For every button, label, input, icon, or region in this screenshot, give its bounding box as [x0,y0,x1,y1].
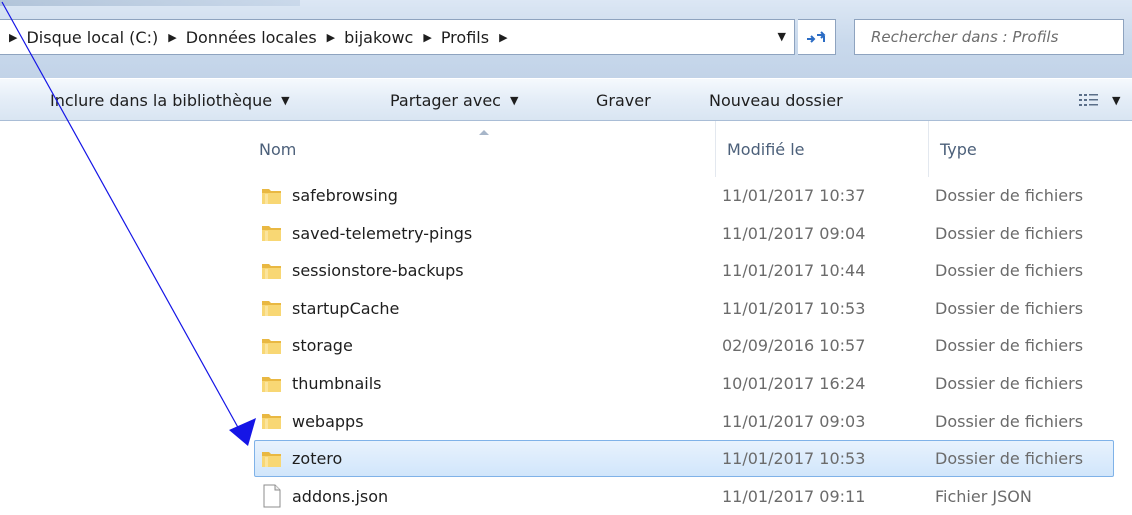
sort-ascending-icon [479,130,489,135]
breadcrumb-item-user[interactable]: ▶ bijakowc [317,20,414,54]
file-list: Nom Modifié le Type safebrowsing 11/01/2… [248,121,1132,508]
dropdown-arrow-icon[interactable]: ▼ [281,94,289,107]
file-modified: 11/01/2017 10:37 [722,186,866,205]
address-bar: ▶ Disque local (C:) ▶ Données locales ▶ … [0,0,1132,78]
chevron-right-icon[interactable]: ▶ [423,31,431,44]
share-with-button[interactable]: Partager avec ▼ [390,79,518,121]
chevron-right-icon[interactable]: ▶ [499,31,507,44]
folder-icon[interactable] [260,178,284,213]
file-name[interactable]: startupCache [292,291,399,326]
folder-icon [262,414,281,430]
refresh-icon[interactable] [805,28,829,46]
file-name[interactable]: sessionstore-backups [292,253,464,288]
burn-label[interactable]: Graver [596,91,651,110]
folder-icon[interactable] [260,441,284,476]
chevron-right-icon[interactable]: ▶ [327,31,335,44]
file-row-startupcache[interactable]: startupCache 11/01/2017 10:53 Dossier de… [254,290,1114,327]
folder-icon [262,338,281,354]
breadcrumb-item-profiles[interactable]: ▶ Profils ▶ [413,20,516,54]
file-row-addons-json[interactable]: addons.json 11/01/2017 09:11 Fichier JSO… [254,478,1114,515]
file-type: Dossier de fichiers [935,449,1084,469]
include-in-library-label[interactable]: Inclure dans la bibliothèque [50,91,272,110]
file-row-saved-telemetry-pings[interactable]: saved-telemetry-pings 11/01/2017 09:04 D… [254,215,1114,252]
file-row-safebrowsing[interactable]: safebrowsing 11/01/2017 10:37 Dossier de… [254,177,1114,214]
folder-icon[interactable] [260,328,284,363]
file-modified: 11/01/2017 10:53 [722,449,866,469]
folder-icon [262,226,281,242]
file-row-webapps[interactable]: webapps 11/01/2017 09:03 Dossier de fich… [254,403,1114,440]
column-header-name[interactable]: Nom [248,121,715,177]
file-row-thumbnails[interactable]: thumbnails 10/01/2017 16:24 Dossier de f… [254,365,1114,402]
file-type: Dossier de fichiers [935,186,1084,205]
search-input[interactable] [871,28,1111,46]
folder-icon [262,188,281,204]
file-type: Fichier JSON [935,486,1032,506]
title-bar-strip [0,0,300,6]
folder-icon[interactable] [260,253,284,288]
file-type: Dossier de fichiers [935,223,1084,243]
refresh-button[interactable] [798,19,836,55]
file-modified: 11/01/2017 09:04 [722,223,866,243]
folder-icon [262,376,281,392]
file-name[interactable]: storage [292,328,353,363]
file-name[interactable]: thumbnails [292,366,381,401]
file-name[interactable]: addons.json [292,479,388,514]
chevron-right-icon[interactable]: ▶ [168,31,176,44]
column-header-modified[interactable]: Modifié le [715,121,928,177]
file-modified: 11/01/2017 10:44 [722,261,866,281]
chevron-right-icon[interactable]: ▶ [9,31,17,44]
navigation-pane[interactable] [0,121,248,506]
file-type: Dossier de fichiers [935,261,1084,281]
file-name[interactable]: zotero [292,441,342,476]
breadcrumb-item-local-data[interactable]: ▶ Données locales [158,20,316,54]
folder-icon [262,301,281,317]
file-name[interactable]: webapps [292,404,364,439]
chevron-down-icon[interactable]: ▼ [778,30,786,43]
file-row-sessionstore-backups[interactable]: sessionstore-backups 11/01/2017 10:44 Do… [254,252,1114,289]
file-icon[interactable] [260,479,284,514]
breadcrumb-item-local-disk[interactable]: ▶ Disque local (C:) [0,20,158,54]
view-options-button[interactable]: ▼ [1078,79,1120,121]
folder-icon[interactable] [260,404,284,439]
folder-icon[interactable] [260,291,284,326]
file-modified: 02/09/2016 10:57 [722,336,866,356]
file-modified: 11/01/2017 09:11 [722,486,866,506]
file-type: Dossier de fichiers [935,374,1084,393]
folder-icon[interactable] [260,216,284,251]
file-modified: 11/01/2017 10:53 [722,298,866,318]
chevron-down-icon[interactable]: ▼ [1112,94,1120,107]
file-name[interactable]: saved-telemetry-pings [292,216,472,251]
breadcrumb[interactable]: ▶ Disque local (C:) ▶ Données locales ▶ … [0,19,795,55]
file-name[interactable]: safebrowsing [292,178,398,213]
file-modified: 10/01/2017 16:24 [722,374,866,393]
include-in-library-button[interactable]: Inclure dans la bibliothèque ▼ [50,79,290,121]
folder-icon [262,451,281,467]
new-folder-label[interactable]: Nouveau dossier [709,91,843,110]
file-modified: 11/01/2017 09:03 [722,411,866,431]
file-type: Dossier de fichiers [935,336,1084,356]
file-type: Dossier de fichiers [935,411,1084,431]
file-type: Dossier de fichiers [935,298,1084,318]
view-options-icon[interactable] [1078,92,1100,108]
file-icon [263,484,281,508]
search-box[interactable] [854,19,1124,55]
dropdown-arrow-icon[interactable]: ▼ [510,94,518,107]
file-row-zotero[interactable]: zotero 11/01/2017 10:53 Dossier de fichi… [254,440,1114,478]
column-header-type[interactable]: Type [928,121,1132,177]
share-with-label[interactable]: Partager avec [390,91,501,110]
burn-button[interactable]: Graver [596,79,651,121]
command-bar: Inclure dans la bibliothèque ▼ Partager … [0,78,1132,121]
file-row-storage[interactable]: storage 02/09/2016 10:57 Dossier de fich… [254,327,1114,364]
folder-icon[interactable] [260,366,284,401]
folder-icon [262,263,281,279]
new-folder-button[interactable]: Nouveau dossier [709,79,843,121]
